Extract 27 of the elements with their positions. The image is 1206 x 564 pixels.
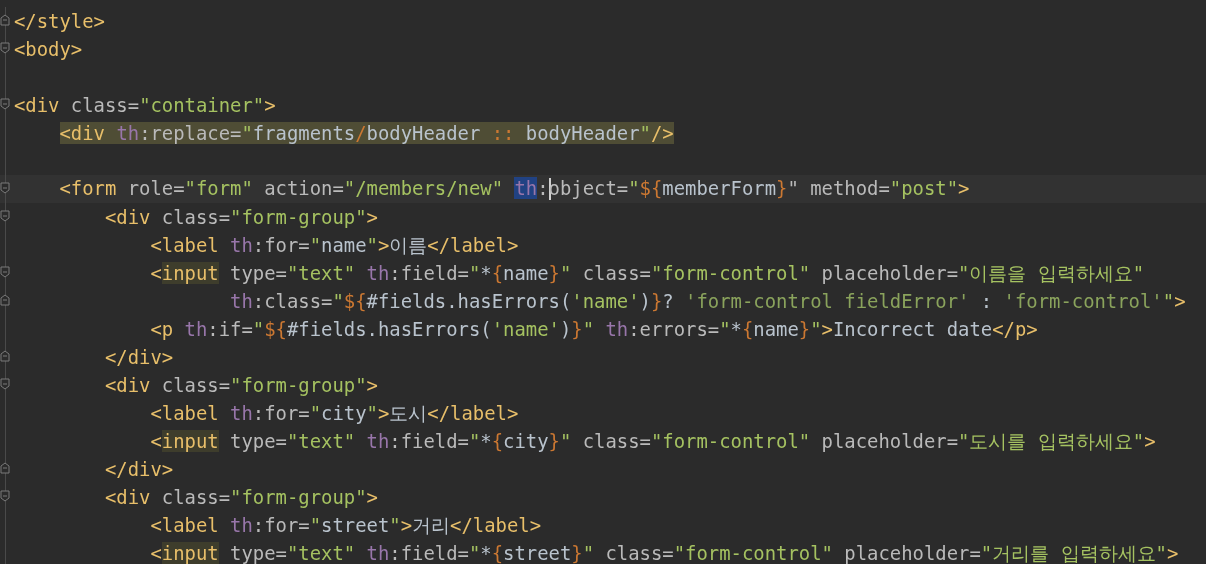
fold-icon[interactable]: [0, 182, 10, 194]
fold-icon[interactable]: [0, 14, 10, 26]
fold-icon[interactable]: [0, 378, 10, 390]
code-line: <div class="form-group">: [104, 487, 378, 507]
fold-icon[interactable]: [0, 490, 10, 502]
code-line: <input type="text" th:field="*{name}" class="form-control" placeholder="이름을 입력하세요": [149, 263, 1145, 283]
fold-icon[interactable]: [0, 42, 10, 54]
code-line: <p th:if="${#fields.hasErrors('name')}" th:errors="*{name}">Incorrect date</p>: [149, 319, 1038, 339]
code-line: <input type="text" th:field="*{city}" class="form-control" placeholder="도시를 입력하세요">: [149, 431, 1156, 451]
code-line: </div>: [104, 347, 174, 367]
code-line: <input type="text" th:field="*{street}" class="form-control" placeholder="거리를 입력하세요">: [149, 543, 1179, 563]
code-line: <div class="container">: [14, 95, 276, 115]
fold-icon[interactable]: [0, 294, 10, 306]
fold-icon[interactable]: [0, 462, 10, 474]
code-line: th:class="${#fields.hasErrors('name')}? 'form-control fieldError' : 'form-control'">: [229, 291, 1186, 311]
fold-icon[interactable]: [0, 210, 10, 222]
code-line: <label th:for="street">거리</label>: [149, 515, 542, 535]
fold-icon[interactable]: [0, 266, 10, 278]
code-line: <label th:for="city">도시</label>: [149, 403, 519, 423]
code-line: <div class="form-group">: [104, 207, 378, 227]
code-line: </style>: [14, 11, 105, 31]
code-line: <label th:for="name">이름</label>: [149, 235, 519, 255]
fold-icon[interactable]: [0, 98, 10, 110]
fold-icon[interactable]: [0, 350, 10, 362]
code-line: <div class="form-group">: [104, 375, 378, 395]
code-line: <body>: [14, 39, 83, 59]
code-line: </div>: [104, 459, 174, 479]
